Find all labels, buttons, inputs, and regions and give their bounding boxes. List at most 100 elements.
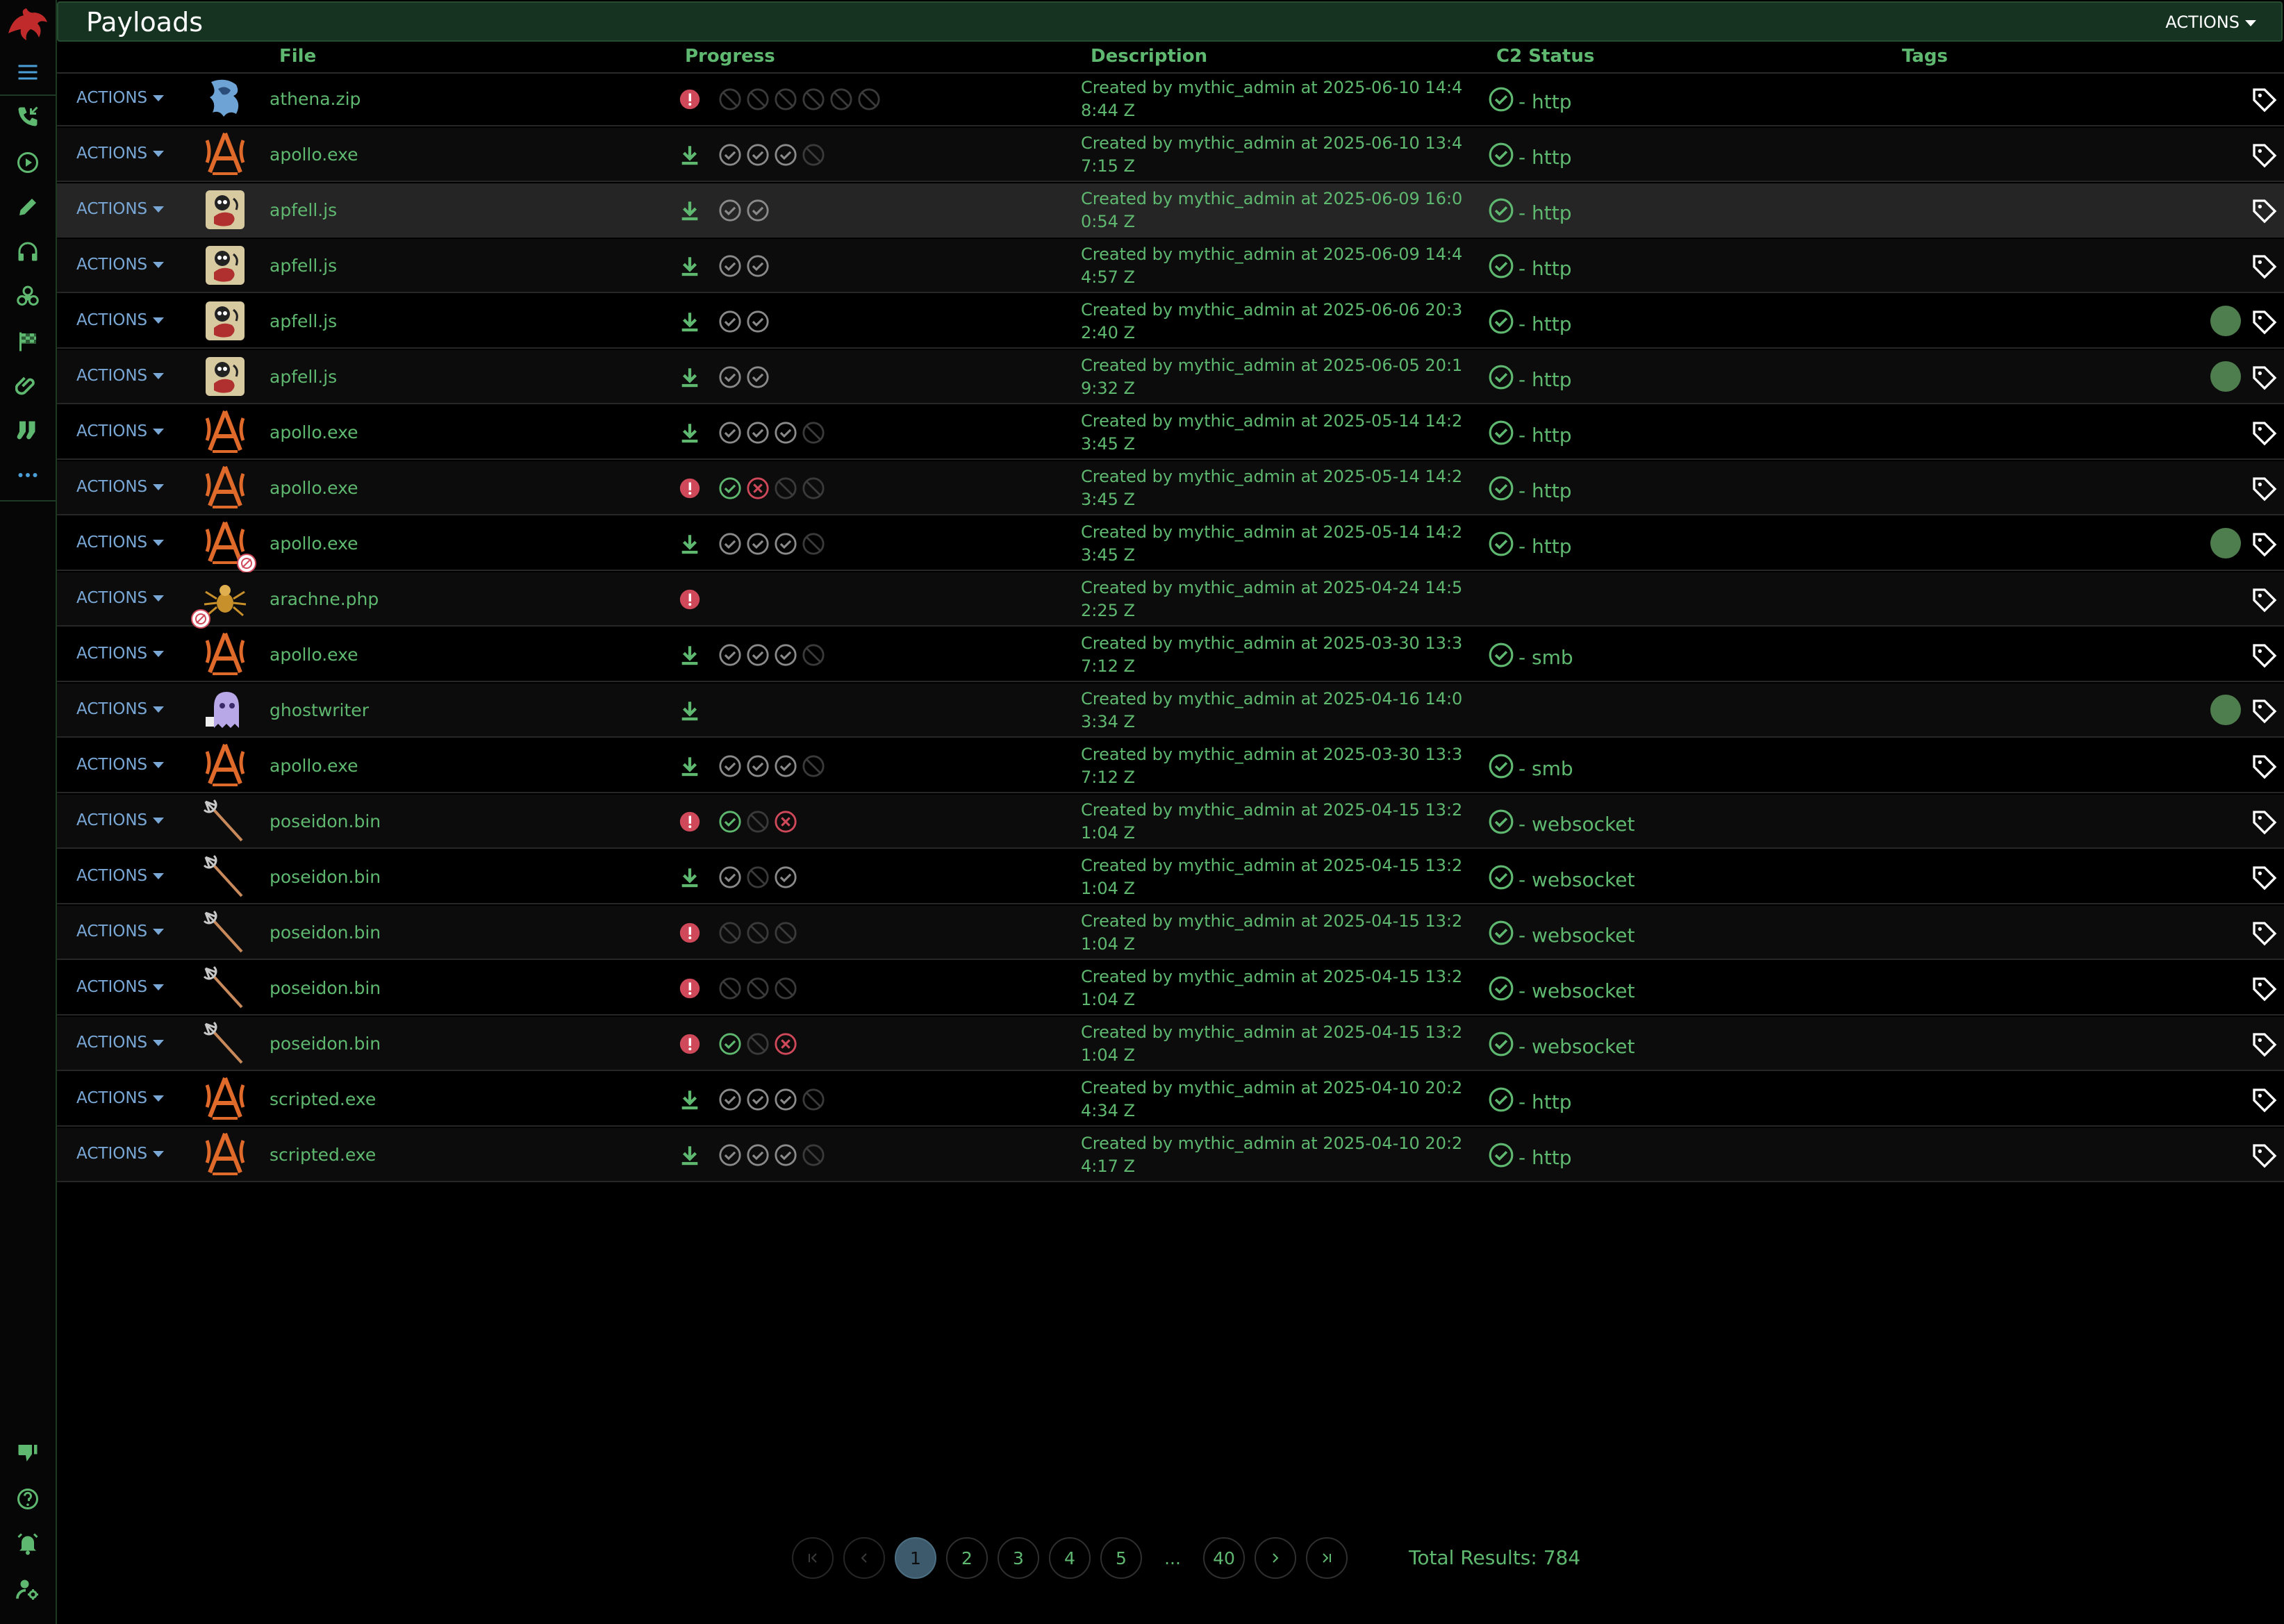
empty-step-icon[interactable] [802,643,825,667]
thumbs-down-icon[interactable] [11,1436,44,1470]
c2-status[interactable]: websocket [1488,1031,1635,1062]
tag-icon[interactable] [2251,197,2278,225]
empty-step-icon[interactable] [718,921,742,945]
tag-indicator[interactable] [2210,695,2241,725]
build-error-icon[interactable] [678,1032,702,1056]
payload-description[interactable]: Created by mythic_admin at 2025-06-05 20… [1081,354,1470,400]
done-step-icon[interactable] [718,865,742,889]
poseidon-icon[interactable] [201,853,249,900]
last-page-button[interactable] [1306,1537,1348,1579]
page-button-1[interactable]: 1 [895,1537,936,1579]
row-actions-button[interactable]: ACTIONS [76,589,165,607]
empty-step-icon[interactable] [857,88,881,111]
payload-filename[interactable]: apfell.js [270,256,337,276]
athena-icon[interactable] [201,75,249,122]
c2-status[interactable]: http [1488,420,1572,451]
done-step-icon[interactable] [746,754,770,778]
done-step-icon[interactable] [718,365,742,389]
payload-description[interactable]: Created by mythic_admin at 2025-06-09 14… [1081,243,1470,289]
tag-icon[interactable] [2251,753,2278,781]
row-actions-button[interactable]: ACTIONS [76,144,165,163]
row-actions-button[interactable]: ACTIONS [76,367,165,385]
done-step-icon[interactable] [718,143,742,167]
done-step-icon[interactable] [746,1088,770,1111]
payload-description[interactable]: Created by mythic_admin at 2025-03-30 13… [1081,632,1470,678]
empty-step-icon[interactable] [746,865,770,889]
done-step-icon[interactable] [746,421,770,445]
download-icon[interactable] [678,1143,702,1167]
tag-icon[interactable] [2251,864,2278,892]
done-step-icon[interactable] [746,199,770,222]
c2-status[interactable]: websocket [1488,864,1635,895]
payload-filename[interactable]: scripted.exe [270,1145,376,1165]
poseidon-icon[interactable] [201,964,249,1011]
c2-status[interactable]: http [1488,1142,1572,1173]
empty-step-icon[interactable] [746,88,770,111]
column-header-description[interactable]: Description [1091,46,1207,67]
empty-step-icon[interactable] [746,810,770,834]
c2-status[interactable]: websocket [1488,809,1635,840]
payload-filename[interactable]: apfell.js [270,367,337,387]
tag-icon[interactable] [2251,586,2278,614]
c2-status[interactable]: http [1488,253,1572,284]
tag-indicator[interactable] [2210,306,2241,336]
c2-status[interactable]: http [1488,531,1572,562]
tag-icon[interactable] [2251,308,2278,336]
success-step-icon[interactable] [718,810,742,834]
done-step-icon[interactable] [718,754,742,778]
build-error-icon[interactable] [678,477,702,500]
c2-status[interactable]: http [1488,364,1572,395]
more-icon[interactable] [11,458,44,492]
apollo-icon[interactable] [201,408,249,456]
done-step-icon[interactable] [774,865,797,889]
download-icon[interactable] [678,1088,702,1111]
row-actions-button[interactable]: ACTIONS [76,700,165,718]
payload-description[interactable]: Created by mythic_admin at 2025-06-09 16… [1081,188,1470,233]
column-header-file[interactable]: File [279,46,316,67]
download-icon[interactable] [678,365,702,389]
done-step-icon[interactable] [746,143,770,167]
done-step-icon[interactable] [718,1143,742,1167]
done-step-icon[interactable] [774,1088,797,1111]
header-actions-button[interactable]: ACTIONS [2165,13,2256,32]
payload-filename[interactable]: apollo.exe [270,645,358,665]
poseidon-icon[interactable] [201,909,249,956]
alarm-icon[interactable] [11,1527,44,1560]
failed-step-icon[interactable] [774,810,797,834]
payload-filename[interactable]: apollo.exe [270,478,358,498]
socks-icon[interactable] [11,414,44,447]
success-step-icon[interactable] [718,1032,742,1056]
empty-step-icon[interactable] [802,1143,825,1167]
done-step-icon[interactable] [746,1143,770,1167]
build-error-icon[interactable] [678,810,702,834]
build-error-icon[interactable] [678,588,702,611]
empty-step-icon[interactable] [774,477,797,500]
download-icon[interactable] [678,865,702,889]
empty-step-icon[interactable] [802,532,825,556]
tag-indicator[interactable] [2210,361,2241,392]
done-step-icon[interactable] [746,532,770,556]
payload-description[interactable]: Created by mythic_admin at 2025-04-10 20… [1081,1132,1470,1178]
apollo-icon[interactable] [201,1075,249,1122]
empty-step-icon[interactable] [802,88,825,111]
poseidon-icon[interactable] [201,797,249,845]
payload-filename[interactable]: poseidon.bin [270,1034,381,1054]
payload-description[interactable]: Created by mythic_admin at 2025-03-30 13… [1081,743,1470,789]
help-icon[interactable] [11,1482,44,1516]
done-step-icon[interactable] [718,421,742,445]
payload-description[interactable]: Created by mythic_admin at 2025-04-16 14… [1081,688,1470,734]
payload-description[interactable]: Created by mythic_admin at 2025-04-15 13… [1081,910,1470,956]
done-step-icon[interactable] [718,254,742,278]
build-error-icon[interactable] [678,977,702,1000]
row-actions-button[interactable]: ACTIONS [76,422,165,440]
row-actions-button[interactable]: ACTIONS [76,256,165,274]
done-step-icon[interactable] [774,1143,797,1167]
page-button-3[interactable]: 3 [998,1537,1039,1579]
tag-icon[interactable] [2251,1031,2278,1059]
download-icon[interactable] [678,421,702,445]
headphones-icon[interactable] [11,235,44,268]
payload-filename[interactable]: ghostwriter [270,700,369,720]
payload-filename[interactable]: apollo.exe [270,756,358,776]
biohazard-icon[interactable] [11,281,44,314]
row-actions-button[interactable]: ACTIONS [76,645,165,663]
